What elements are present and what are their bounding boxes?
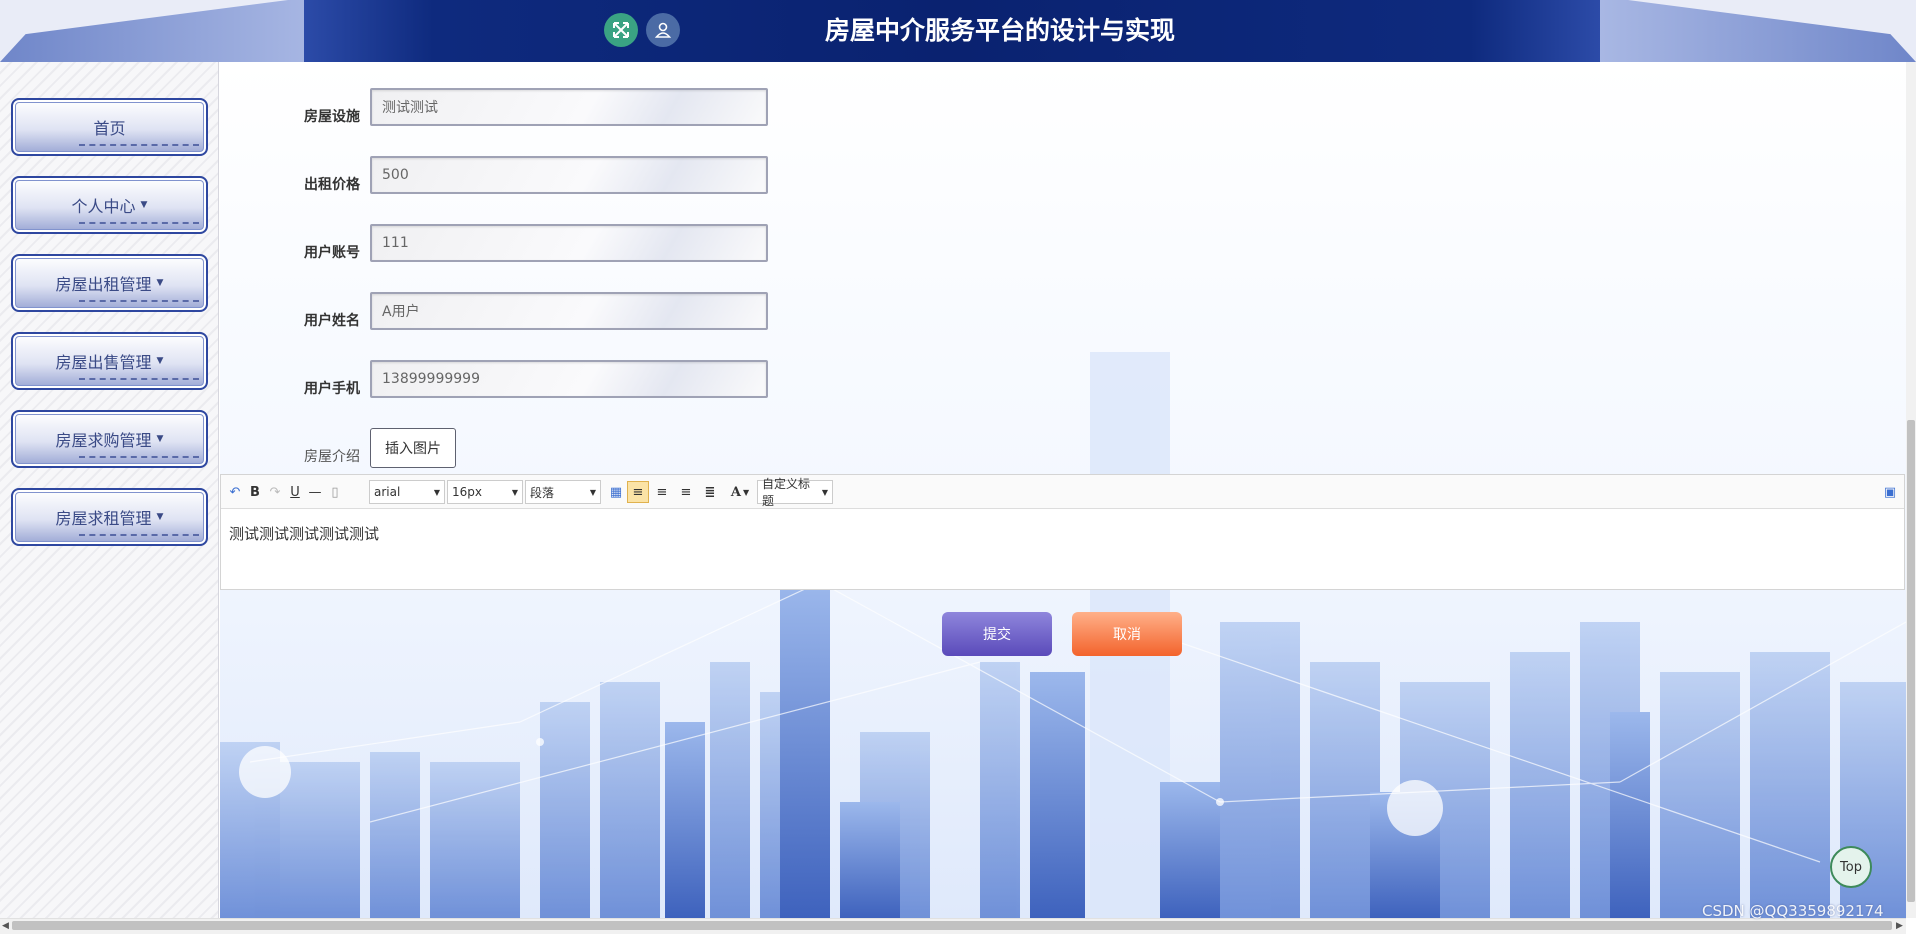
facilities-input[interactable] (370, 88, 768, 126)
editor-fullscreen-icon[interactable]: ▣ (1881, 482, 1899, 502)
caret-down-icon: ▼ (140, 200, 148, 210)
menu-decoration (79, 144, 199, 147)
rent-price-label: 出租价格 (304, 177, 360, 193)
facilities-label: 房屋设施 (304, 109, 360, 125)
dropdown-arrow-icon: ▼ (511, 487, 518, 497)
rent-price-input[interactable] (370, 156, 768, 194)
paste-icon[interactable]: ▯ (327, 482, 343, 502)
main-content: 房屋设施 出租价格 用户账号 用户姓名 用户手机 房屋介绍 插入图片 ↶ B ↷… (220, 62, 1906, 918)
rich-text-editor: ↶ B ↷ U — ▯ arial ▼ 16px ▼ 段落 ▼ ▦ ≡ ≡ ≡ ≣ A… (220, 474, 1905, 590)
fullscreen-arrows-icon (613, 22, 629, 38)
cancel-label: 取消 (1113, 627, 1141, 643)
font-size-select[interactable]: 16px ▼ (447, 480, 523, 504)
caret-down-icon: ▼ (156, 278, 164, 288)
editor-content[interactable]: 测试测试测试测试测试 (229, 523, 379, 544)
user-phone-label: 用户手机 (304, 381, 360, 397)
redo-icon[interactable]: ↷ (267, 482, 283, 502)
cancel-button[interactable]: 取消 (1072, 612, 1182, 656)
sidebar-item-label: 房屋出售管理 (55, 353, 152, 372)
font-size-value: 16px (452, 485, 482, 499)
font-family-select[interactable]: arial ▼ (369, 480, 445, 504)
dropdown-arrow-icon: ▼ (433, 487, 440, 497)
dropdown-arrow-icon: ▼ (589, 487, 596, 497)
sidebar-item-purchase[interactable]: 房屋求购管理 ▼ (11, 410, 208, 468)
insert-image-button[interactable]: 插入图片 (370, 428, 456, 468)
undo-icon[interactable]: ↶ (227, 482, 243, 502)
font-family-value: arial (374, 485, 401, 499)
caret-down-icon: ▼ (156, 356, 164, 366)
header-left-wing (0, 0, 320, 62)
app-header: 房屋中介服务平台的设计与实现 (0, 0, 1916, 62)
sidebar-item-rent-seek[interactable]: 房屋求租管理 ▼ (11, 488, 208, 546)
paragraph-select[interactable]: 段落 ▼ (525, 480, 601, 504)
user-account-input[interactable] (370, 224, 768, 262)
underline-button[interactable]: U (287, 482, 303, 502)
dropdown-arrow-icon: ▼ (821, 487, 828, 497)
menu-decoration (79, 222, 199, 225)
fullscreen-button[interactable] (604, 13, 638, 47)
submit-label: 提交 (983, 627, 1011, 643)
sidebar-item-label: 房屋求租管理 (55, 509, 152, 528)
align-justify-icon[interactable]: ≣ (701, 482, 719, 502)
sidebar-item-home[interactable]: 首页 (11, 98, 208, 156)
sidebar-item-label: 首页 (93, 119, 126, 138)
font-color-label: A (730, 484, 741, 500)
user-account-label: 用户账号 (304, 245, 360, 261)
caret-down-icon: ▼ (156, 512, 164, 522)
editor-toolbar: ↶ B ↷ U — ▯ arial ▼ 16px ▼ 段落 ▼ ▦ ≡ ≡ ≡ ≣ A… (221, 475, 1904, 509)
vertical-scrollbar-thumb[interactable] (1907, 420, 1915, 902)
horizontal-rule-icon[interactable]: — (307, 482, 323, 502)
header-right-wing (1596, 0, 1916, 62)
submit-button[interactable]: 提交 (942, 612, 1052, 656)
paragraph-value: 段落 (530, 485, 555, 500)
align-left-icon[interactable]: ≡ (627, 481, 649, 503)
sidebar-item-label: 房屋求购管理 (55, 431, 152, 450)
back-to-top-label: Top (1840, 859, 1862, 875)
sidebar-item-label: 房屋出租管理 (55, 275, 152, 294)
sidebar-item-sale[interactable]: 房屋出售管理 ▼ (11, 332, 208, 390)
app-title: 房屋中介服务平台的设计与实现 (824, 16, 1175, 45)
sidebar-item-rent-out[interactable]: 房屋出租管理 ▼ (11, 254, 208, 312)
user-phone-input[interactable] (370, 360, 768, 398)
scroll-left-icon[interactable]: ◀ (2, 921, 9, 931)
user-name-input[interactable] (370, 292, 768, 330)
scroll-right-icon[interactable]: ▶ (1896, 921, 1903, 931)
user-icon (654, 22, 672, 38)
caret-down-icon: ▼ (156, 434, 164, 444)
house-intro-label: 房屋介绍 (304, 449, 360, 465)
menu-decoration (79, 300, 199, 303)
menu-decoration (79, 378, 199, 381)
menu-decoration (79, 534, 199, 537)
insert-image-label: 插入图片 (385, 441, 441, 457)
dropdown-arrow-icon: ▼ (742, 487, 750, 497)
sidebar: 首页 个人中心 ▼ 房屋出租管理 ▼ 房屋出售管理 ▼ 房屋求购管理 ▼ 房屋求… (0, 62, 219, 934)
custom-title-value: 自定义标题 (762, 477, 811, 508)
user-name-label: 用户姓名 (304, 313, 360, 329)
font-color-button[interactable]: A ▼ (725, 482, 755, 502)
horizontal-scrollbar-thumb[interactable] (12, 921, 1892, 930)
menu-decoration (79, 456, 199, 459)
align-right-icon[interactable]: ≡ (653, 482, 671, 502)
back-to-top-button[interactable]: Top (1830, 846, 1872, 888)
custom-title-select[interactable]: 自定义标题 ▼ (757, 477, 833, 508)
sidebar-item-personal-center[interactable]: 个人中心 ▼ (11, 176, 208, 234)
align-center-icon[interactable]: ≡ (677, 482, 695, 502)
bold-button[interactable]: B (247, 482, 263, 502)
table-icon[interactable]: ▦ (607, 482, 625, 502)
watermark: CSDN @QQ3359892174 (1702, 902, 1884, 920)
user-button[interactable] (646, 13, 680, 47)
sidebar-item-label: 个人中心 (71, 197, 136, 216)
